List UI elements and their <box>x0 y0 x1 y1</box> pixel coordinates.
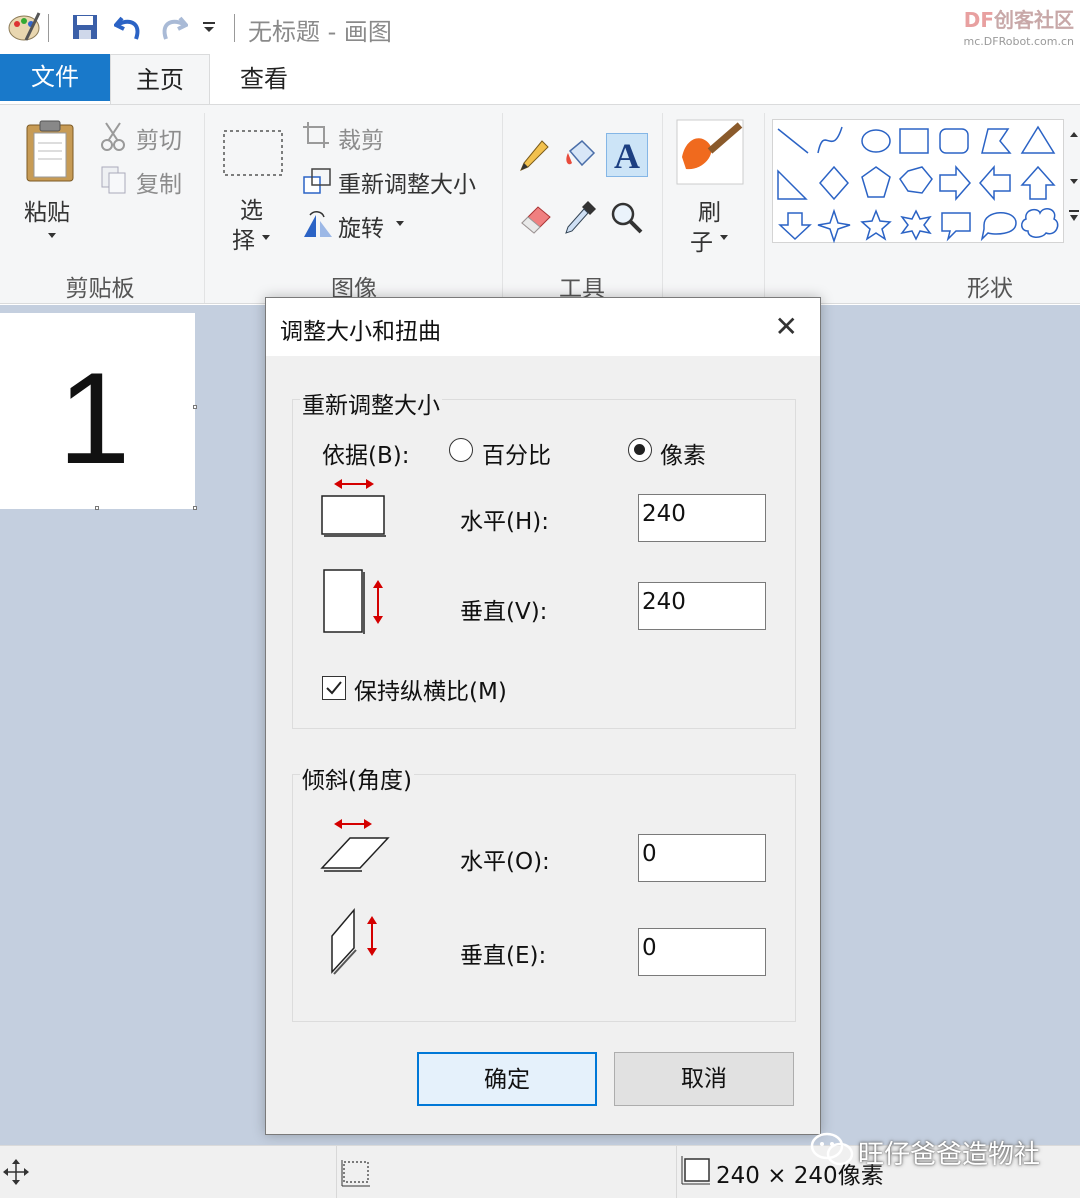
cut-button[interactable]: 剪切 <box>136 121 182 155</box>
skew-horizontal-icon <box>320 819 390 872</box>
ribbon-group-separator <box>764 113 765 303</box>
resize-legend: 重新调整大小 <box>300 386 442 420</box>
undo-icon[interactable] <box>114 12 144 42</box>
brushes-icon[interactable] <box>676 119 744 185</box>
resize-horizontal-icon <box>321 479 386 537</box>
rotate-button[interactable]: 旋转 <box>338 209 384 243</box>
cut-icon[interactable] <box>100 121 126 151</box>
shapes-gallery[interactable] <box>772 119 1064 243</box>
copy-button[interactable]: 复制 <box>136 165 182 199</box>
keep-ratio-checkbox[interactable] <box>322 676 346 700</box>
status-separator <box>336 1146 337 1198</box>
svg-text:A: A <box>614 137 640 173</box>
ok-button[interactable]: 确定 <box>417 1052 597 1106</box>
pencil-icon[interactable] <box>518 139 550 173</box>
paint-app-icon[interactable] <box>6 10 42 44</box>
dialog-close-button[interactable]: ✕ <box>775 310 798 343</box>
canvas-digit: 1 <box>58 345 131 491</box>
watermark-url: mc.DFRobot.com.cn <box>963 35 1074 48</box>
select-label-line1[interactable]: 选 <box>240 191 263 225</box>
rotate-dropdown-icon[interactable] <box>394 219 406 227</box>
title-bar: 无标题 - 画图 DF创客社区 mc.DFRobot.com.cn <box>0 0 1080 54</box>
dialog-titlebar: 调整大小和扭曲 ✕ <box>266 298 820 356</box>
crop-button[interactable]: 裁剪 <box>338 121 384 155</box>
save-icon[interactable] <box>72 14 98 40</box>
resize-vertical-icon <box>323 569 383 634</box>
resize-horizontal-input[interactable]: 240 <box>638 494 766 542</box>
resize-skew-dialog: 调整大小和扭曲 ✕ 重新调整大小 依据(B): 百分比 像素 水平(H): 24… <box>265 297 821 1135</box>
magnifier-icon[interactable] <box>610 201 644 235</box>
resize-button[interactable]: 重新调整大小 <box>338 165 476 199</box>
fill-bucket-icon[interactable] <box>562 137 598 173</box>
select-icon[interactable] <box>222 129 284 177</box>
canvas-resize-handle-bottom[interactable] <box>95 506 99 510</box>
shapes-scroll-down-icon[interactable] <box>1068 177 1080 185</box>
brushes-dropdown-icon[interactable] <box>718 233 730 241</box>
dialog-title: 调整大小和扭曲 <box>280 319 441 345</box>
select-dropdown-icon[interactable] <box>260 233 272 241</box>
canvas-size-icon <box>681 1156 710 1185</box>
quick-access-dropdown-icon[interactable] <box>202 20 216 34</box>
skew-horizontal-label: 水平(O): <box>460 849 550 875</box>
text-tool-icon[interactable]: A <box>609 137 645 173</box>
percent-radio[interactable] <box>449 438 473 462</box>
cursor-position-icon <box>3 1159 29 1185</box>
color-picker-icon[interactable] <box>562 199 598 237</box>
checkmark-icon <box>326 681 342 695</box>
redo-icon[interactable] <box>158 12 188 42</box>
watermark-wechat-text: 旺仔爸爸造物社 <box>858 1140 1041 1170</box>
ribbon-group-separator <box>502 113 503 303</box>
paste-dropdown-icon[interactable] <box>46 231 58 239</box>
status-separator <box>676 1146 677 1198</box>
clipboard-group-label: 剪贴板 <box>65 276 135 302</box>
shapes-group-label: 形状 <box>967 276 1013 302</box>
eraser-icon[interactable] <box>518 201 554 235</box>
skew-vertical-icon <box>331 907 377 975</box>
pixels-radio[interactable] <box>628 438 652 462</box>
resize-vertical-label: 垂直(V): <box>460 599 548 625</box>
ribbon: 粘贴 剪切 复制 剪贴板 选 择 裁剪 重新调整大小 旋转 图像 A 工具 刷 … <box>0 104 1080 304</box>
skew-fieldset <box>292 774 796 1022</box>
brushes-label-line2[interactable]: 子 <box>690 223 713 257</box>
tab-view[interactable]: 查看 <box>218 54 310 104</box>
watermark-df: DF <box>963 8 994 32</box>
window-title: 无标题 - 画图 <box>248 18 392 46</box>
cancel-button[interactable]: 取消 <box>614 1052 794 1106</box>
resize-vertical-input[interactable]: 240 <box>638 582 766 630</box>
keep-ratio-label[interactable]: 保持纵横比(M) <box>354 672 507 706</box>
drawing-canvas[interactable]: 1 <box>0 313 195 509</box>
tab-home[interactable]: 主页 <box>110 54 210 105</box>
brushes-label-line1[interactable]: 刷 <box>698 193 721 227</box>
resize-icon[interactable] <box>302 167 332 195</box>
skew-vertical-input[interactable]: 0 <box>638 928 766 976</box>
resize-horizontal-label: 水平(H): <box>460 509 549 535</box>
title-separator <box>234 14 235 42</box>
paste-icon[interactable] <box>24 119 76 183</box>
rotate-icon[interactable] <box>302 211 334 239</box>
crop-icon[interactable] <box>302 121 330 149</box>
by-label: 依据(B): <box>322 443 410 469</box>
copy-icon[interactable] <box>100 165 128 195</box>
selection-size-icon <box>341 1160 370 1187</box>
skew-legend: 倾斜(角度) <box>300 761 414 795</box>
percent-label[interactable]: 百分比 <box>482 436 551 470</box>
ribbon-group-separator <box>662 113 663 303</box>
skew-horizontal-input[interactable]: 0 <box>638 834 766 882</box>
wechat-icon <box>810 1132 854 1166</box>
ribbon-group-separator <box>204 113 205 303</box>
select-label-line2[interactable]: 择 <box>232 221 255 255</box>
watermark-dfrobot: DF创客社区 mc.DFRobot.com.cn <box>964 4 1074 48</box>
canvas-resize-handle-corner[interactable] <box>193 506 197 510</box>
canvas-resize-handle-right[interactable] <box>193 405 197 409</box>
tab-file[interactable]: 文件 <box>0 54 110 101</box>
title-separator <box>48 14 49 42</box>
shapes-more-icon[interactable] <box>1068 209 1080 223</box>
shapes-scroll-up-icon[interactable] <box>1068 131 1080 139</box>
skew-vertical-label: 垂直(E): <box>460 943 547 969</box>
pixels-label[interactable]: 像素 <box>660 436 706 470</box>
watermark-brand-text: 创客社区 <box>994 8 1074 32</box>
ribbon-tabs: 文件 主页 查看 <box>0 54 1080 105</box>
paste-button[interactable]: 粘贴 <box>24 193 70 227</box>
